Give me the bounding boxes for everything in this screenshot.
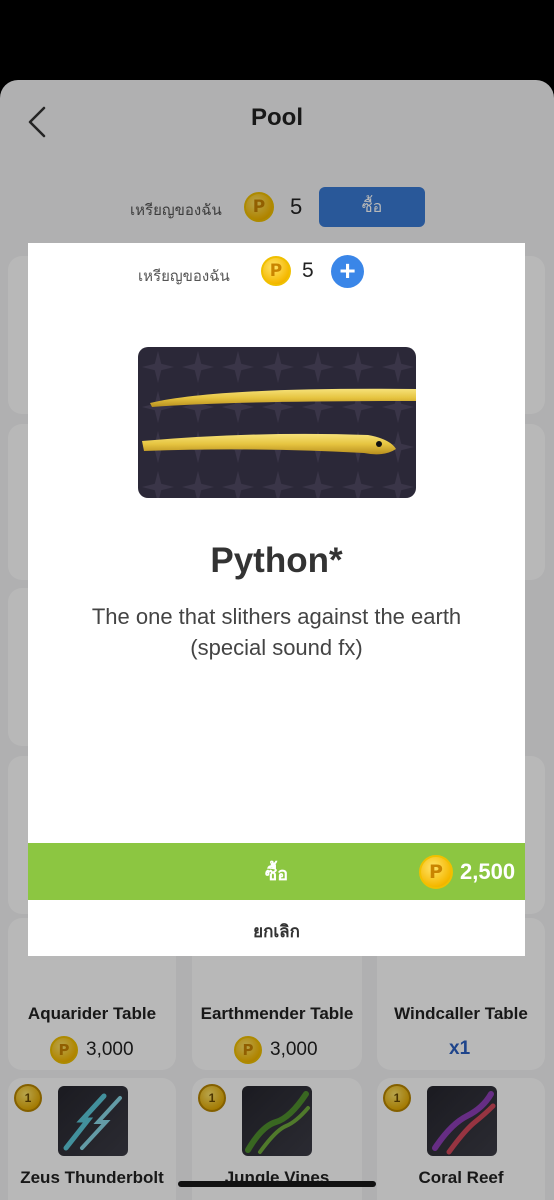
cancel-button-label: ยกเลิก <box>253 922 300 942</box>
item-image <box>138 347 416 498</box>
purchase-dialog: เหรียญของฉัน P 5 + Python* The one that … <box>28 243 525 956</box>
item-title: Python* <box>210 541 343 580</box>
balance-label: เหรียญของฉัน <box>138 267 230 285</box>
item-description: The one that slithers against the earth … <box>91 604 462 660</box>
modal-coin-balance: เหรียญของฉัน P 5 + <box>28 255 525 289</box>
add-coins-button[interactable]: + <box>331 255 364 288</box>
cancel-button[interactable]: ยกเลิก <box>28 900 525 956</box>
coin-icon: P <box>261 256 291 286</box>
balance-count: 5 <box>302 259 314 282</box>
python-snake-image <box>138 347 416 498</box>
buy-button[interactable]: ซื้อ P 2,500 <box>28 843 525 900</box>
home-indicator[interactable] <box>178 1181 376 1187</box>
item-price: 2,500 <box>460 859 516 884</box>
coin-icon: P <box>419 855 453 889</box>
